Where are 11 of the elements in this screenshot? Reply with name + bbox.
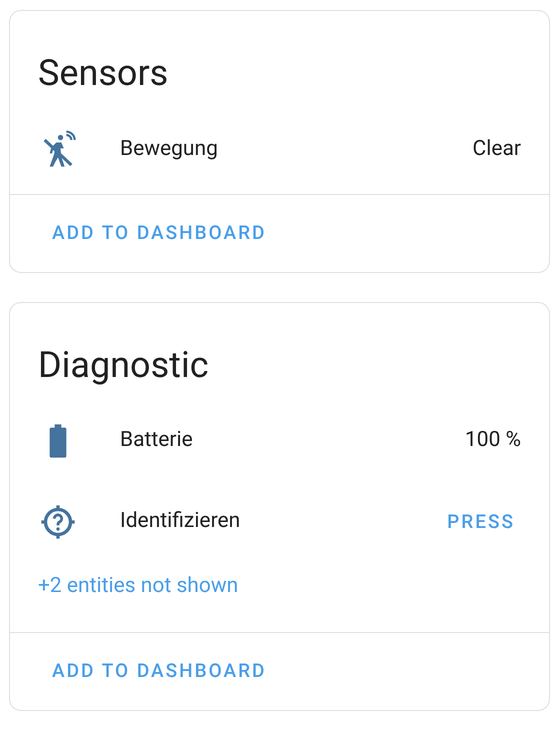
entity-name: Batterie xyxy=(120,427,194,454)
add-to-dashboard-button[interactable]: ADD TO DASHBOARD xyxy=(42,651,276,692)
press-button[interactable]: PRESS xyxy=(441,502,521,542)
entity-name: Identifizieren xyxy=(120,508,242,536)
card-title: Diagnostic xyxy=(37,342,210,388)
entity-state: 100 % xyxy=(465,427,521,454)
add-to-dashboard-button[interactable]: ADD TO DASHBOARD xyxy=(42,213,276,254)
entity-name: Bewegung xyxy=(120,136,219,163)
card-title: Sensors xyxy=(37,51,170,96)
entity-state: Clear xyxy=(472,136,521,163)
entities-link[interactable]: +2 entities not shown xyxy=(38,574,238,598)
